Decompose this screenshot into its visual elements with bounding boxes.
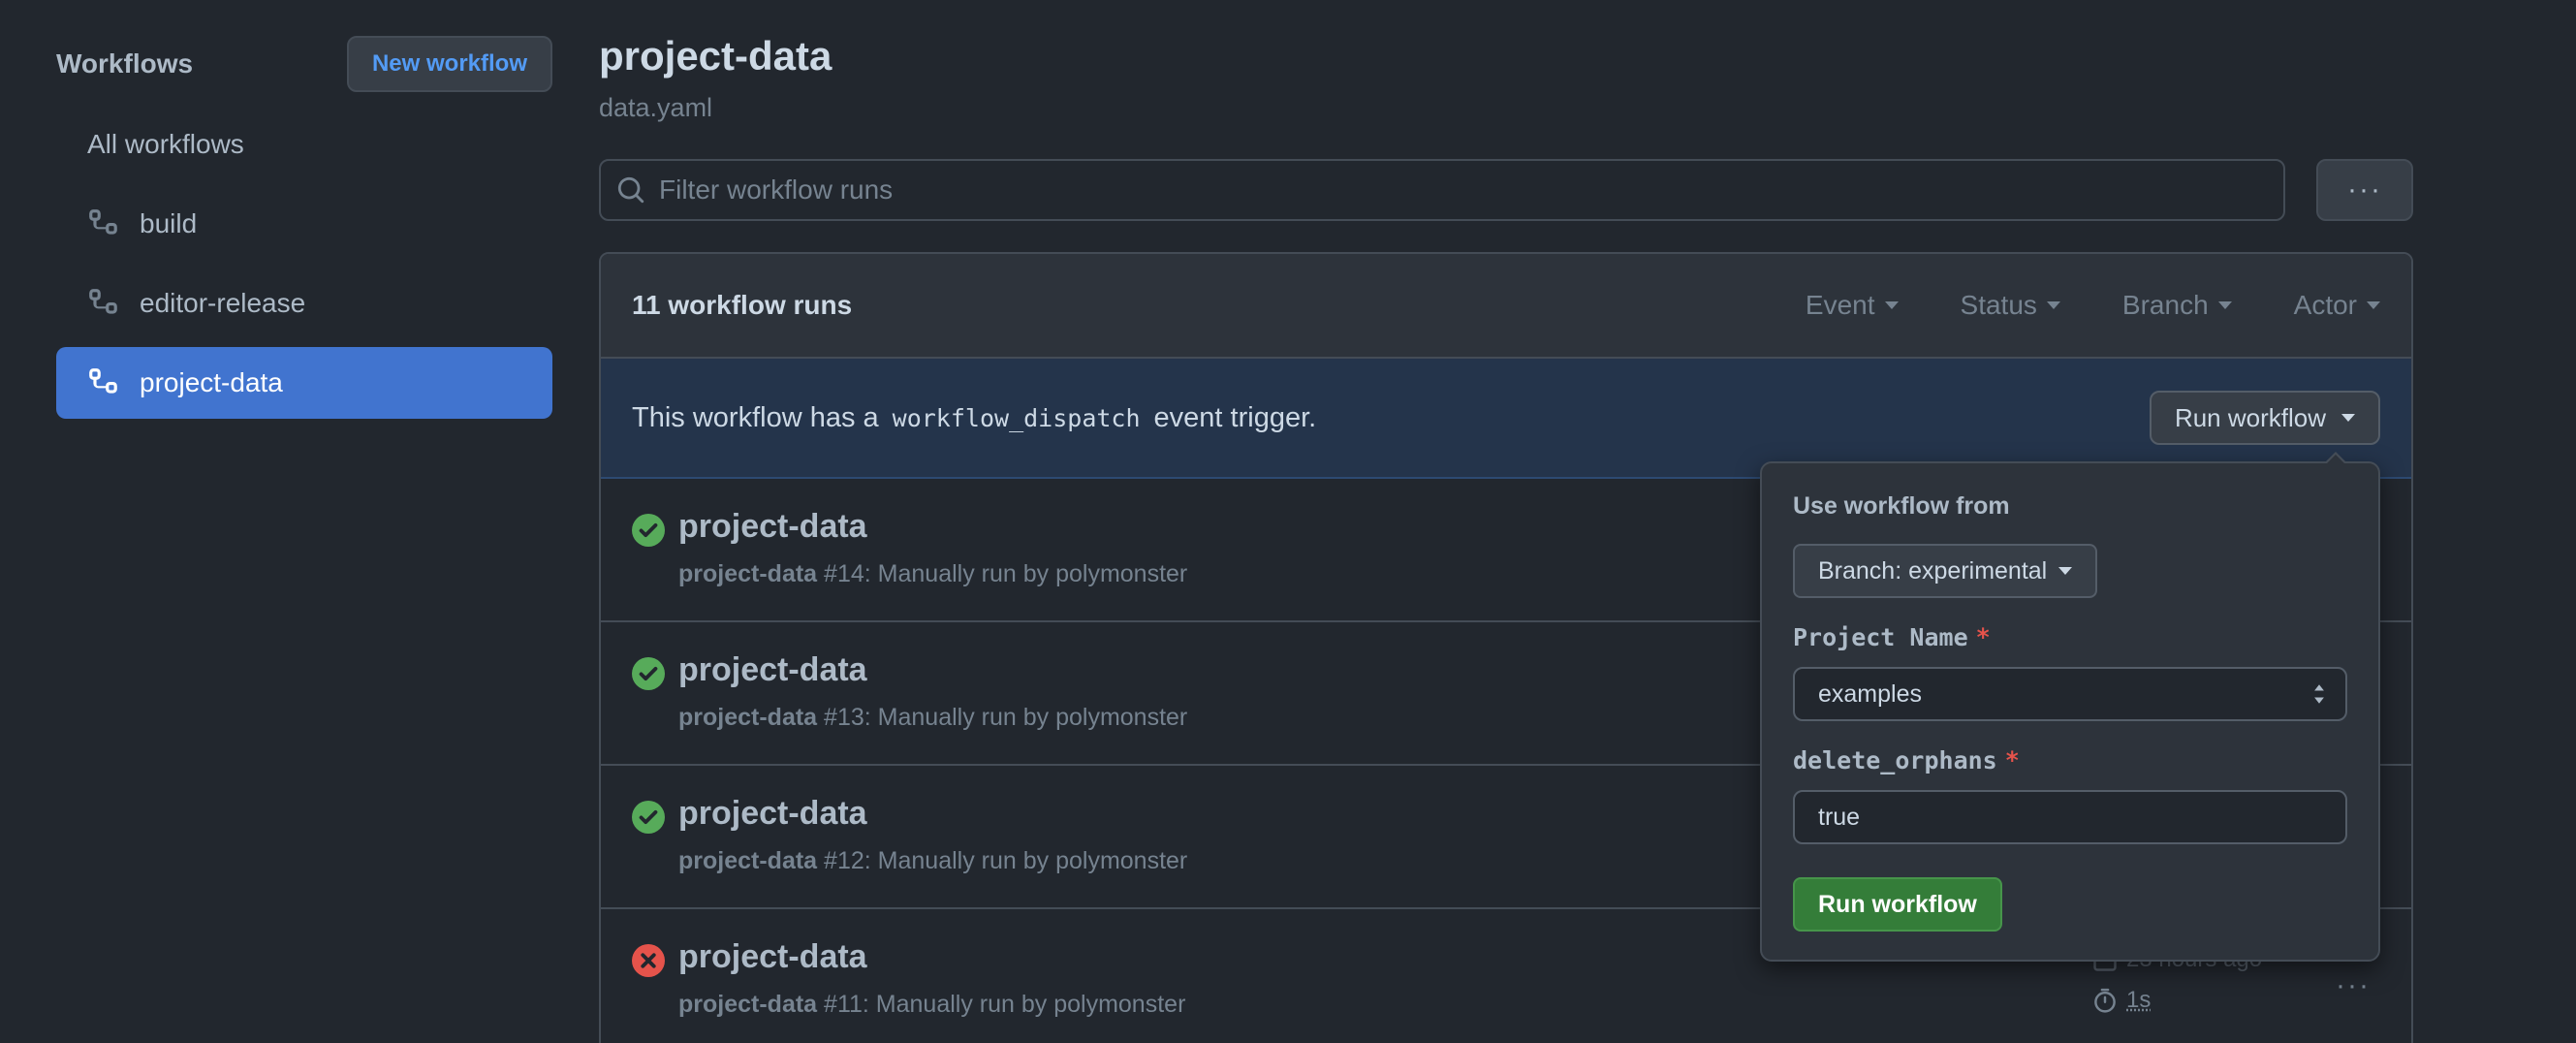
caret-down-icon bbox=[1885, 301, 1899, 309]
filter-label: Status bbox=[1961, 290, 2037, 321]
field-label-text: delete_orphans bbox=[1793, 746, 1997, 774]
branch-label: Branch: experimental bbox=[1818, 557, 2047, 585]
project-name-select[interactable]: examples bbox=[1793, 667, 2347, 721]
dispatch-text: This workflow has a bbox=[632, 402, 879, 434]
event-filter-dropdown[interactable]: Event bbox=[1806, 290, 1899, 321]
sidebar-item-all-workflows[interactable]: All workflows bbox=[56, 109, 552, 180]
more-options-button[interactable]: ··· bbox=[2316, 159, 2413, 221]
run-options-kebab-icon[interactable]: ··· bbox=[2336, 969, 2371, 1002]
run-trigger: : Manually run by polymonster bbox=[864, 560, 1187, 587]
sidebar-item-label: project-data bbox=[140, 367, 283, 398]
select-value: examples bbox=[1818, 680, 1922, 709]
sidebar-item-label: build bbox=[140, 208, 197, 239]
caret-down-icon bbox=[2058, 567, 2072, 575]
run-title[interactable]: project-data bbox=[678, 651, 867, 689]
project-name-label: Project Name * bbox=[1793, 623, 2347, 651]
run-duration-text: 1s bbox=[2126, 987, 2151, 1014]
caret-down-icon bbox=[2218, 301, 2232, 309]
delete-orphans-input[interactable]: true bbox=[1793, 790, 2347, 844]
new-workflow-button[interactable]: New workflow bbox=[347, 36, 552, 92]
sidebar-item-label: All workflows bbox=[87, 129, 244, 160]
filter-label: Actor bbox=[2294, 290, 2357, 321]
run-workflow-popover: Use workflow from Branch: experimental P… bbox=[1760, 461, 2380, 962]
failure-x-icon bbox=[632, 944, 665, 977]
run-workflow-submit-button[interactable]: Run workflow bbox=[1793, 877, 2002, 932]
run-meta: project-data #14: Manually run by polymo… bbox=[678, 560, 1187, 588]
sidebar-item-project-data[interactable]: project-data bbox=[56, 347, 552, 419]
workflow-icon bbox=[87, 366, 120, 399]
run-number: #13 bbox=[824, 704, 864, 731]
required-marker: * bbox=[2005, 746, 2020, 774]
run-workflow-name: project-data bbox=[678, 991, 817, 1018]
use-workflow-from-label: Use workflow from bbox=[1793, 492, 2347, 521]
dispatch-code: workflow_dispatch bbox=[893, 404, 1141, 432]
run-number: #12 bbox=[824, 847, 864, 874]
workflow-file-link[interactable]: data.yaml bbox=[599, 93, 712, 123]
button-label: Run workflow bbox=[2175, 403, 2326, 433]
required-marker: * bbox=[1976, 623, 1991, 651]
run-meta: project-data #13: Manually run by polymo… bbox=[678, 704, 1187, 732]
run-meta: project-data #12: Manually run by polymo… bbox=[678, 847, 1187, 875]
sidebar-title: Workflows bbox=[56, 48, 193, 79]
select-arrows-icon bbox=[2312, 682, 2326, 706]
filter-runs-input[interactable] bbox=[659, 174, 2283, 205]
workflows-sidebar: Workflows New workflow All workflows bui… bbox=[56, 35, 552, 419]
caret-down-icon bbox=[2341, 414, 2355, 422]
filter-bar bbox=[599, 159, 2285, 221]
run-workflow-name: project-data bbox=[678, 560, 817, 587]
sidebar-item-editor-release[interactable]: editor-release bbox=[56, 268, 552, 339]
run-number: #11 bbox=[824, 991, 863, 1018]
sidebar-header: Workflows New workflow bbox=[56, 35, 552, 93]
branch-select-button[interactable]: Branch: experimental bbox=[1793, 544, 2097, 598]
run-workflow-name: project-data bbox=[678, 704, 817, 731]
run-trigger: : Manually run by polymonster bbox=[863, 991, 1185, 1018]
run-trigger: : Manually run by polymonster bbox=[864, 847, 1187, 874]
sidebar-item-build[interactable]: build bbox=[56, 188, 552, 260]
filter-label: Branch bbox=[2122, 290, 2209, 321]
run-number: #14 bbox=[824, 560, 864, 587]
stopwatch-icon bbox=[2091, 987, 2119, 1014]
success-check-icon bbox=[632, 514, 665, 547]
run-meta: project-data #11: Manually run by polymo… bbox=[678, 991, 1185, 1019]
branch-filter-dropdown[interactable]: Branch bbox=[2122, 290, 2232, 321]
run-workflow-dropdown-button[interactable]: Run workflow bbox=[2150, 391, 2380, 445]
caret-down-icon bbox=[2047, 301, 2060, 309]
dispatch-text: event trigger. bbox=[1154, 402, 1317, 434]
success-check-icon bbox=[632, 657, 665, 690]
runs-count: 11 workflow runs bbox=[632, 290, 1744, 321]
input-value: true bbox=[1818, 804, 1860, 832]
page-title: project-data bbox=[599, 33, 832, 79]
run-workflow-name: project-data bbox=[678, 847, 817, 874]
filter-label: Event bbox=[1806, 290, 1875, 321]
run-title[interactable]: project-data bbox=[678, 938, 867, 976]
runs-header: 11 workflow runs Event Status Branch Act… bbox=[601, 254, 2411, 359]
workflow-icon bbox=[87, 207, 120, 240]
sidebar-item-label: editor-release bbox=[140, 288, 305, 319]
status-filter-dropdown[interactable]: Status bbox=[1961, 290, 2060, 321]
actor-filter-dropdown[interactable]: Actor bbox=[2294, 290, 2380, 321]
run-trigger: : Manually run by polymonster bbox=[864, 704, 1187, 731]
run-title[interactable]: project-data bbox=[678, 795, 867, 833]
run-duration: 1s bbox=[2091, 987, 2151, 1014]
dispatch-message: This workflow has a workflow_dispatch ev… bbox=[632, 402, 2150, 434]
delete-orphans-label: delete_orphans * bbox=[1793, 746, 2347, 774]
search-icon bbox=[616, 175, 645, 205]
caret-down-icon bbox=[2367, 301, 2380, 309]
run-title[interactable]: project-data bbox=[678, 508, 867, 546]
field-label-text: Project Name bbox=[1793, 623, 1968, 651]
success-check-icon bbox=[632, 801, 665, 834]
workflow-icon bbox=[87, 287, 120, 320]
